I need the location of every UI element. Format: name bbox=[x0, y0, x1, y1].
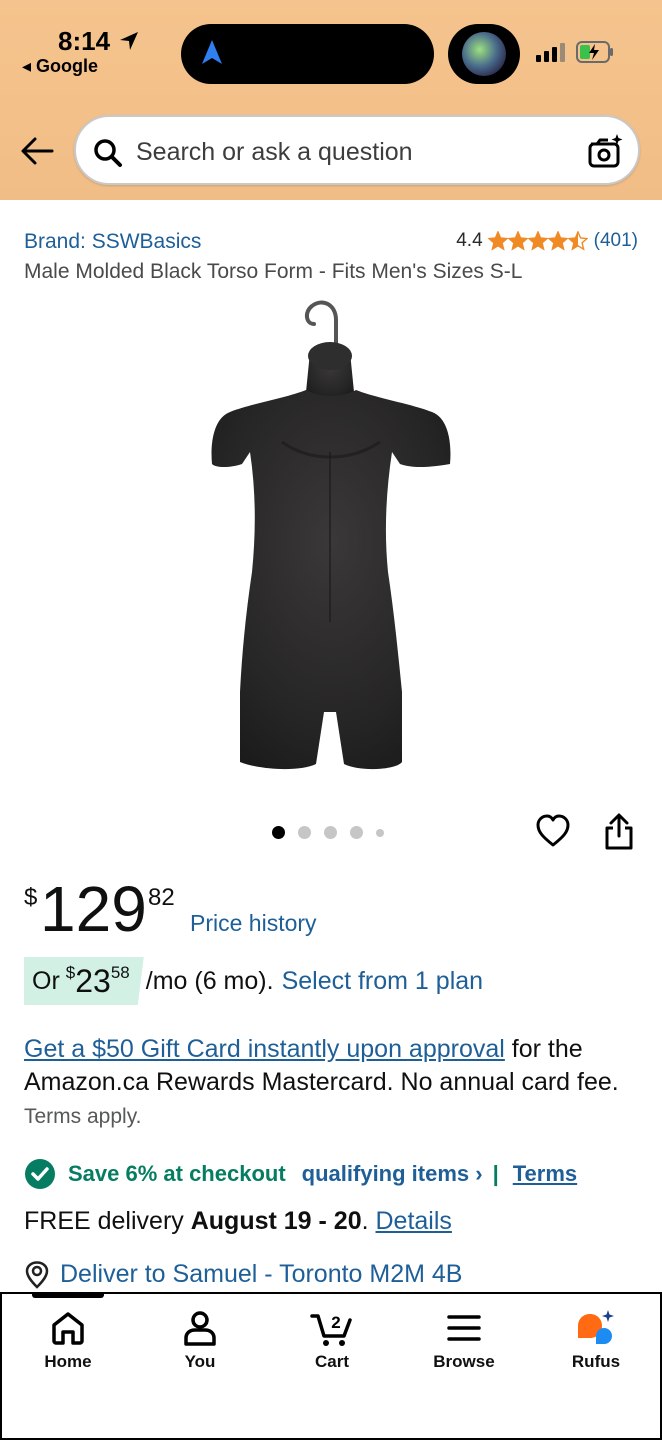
app-header: 8:14 ◂ Google Search or ask a question bbox=[0, 0, 662, 200]
home-icon bbox=[52, 1312, 84, 1345]
product-image[interactable] bbox=[190, 292, 470, 782]
back-to-app-link[interactable]: ◂ Google bbox=[22, 56, 98, 77]
installment-term: /mo (6 mo). bbox=[145, 966, 274, 995]
installment-price-badge: Or $ 23 58 bbox=[24, 957, 144, 1005]
nav-you[interactable]: You bbox=[150, 1308, 250, 1372]
carousel-dot[interactable] bbox=[350, 826, 363, 839]
installment-offer: Or $ 23 58 /mo (6 mo). Select from 1 pla… bbox=[24, 957, 483, 1005]
carousel-dot[interactable] bbox=[298, 826, 311, 839]
carousel-dot[interactable] bbox=[324, 826, 337, 839]
location-arrow-icon bbox=[120, 32, 138, 50]
rating-count[interactable]: (401) bbox=[594, 230, 638, 252]
deliver-to-location[interactable]: Deliver to Samuel - Toronto M2M 4B bbox=[24, 1260, 462, 1289]
heart-icon[interactable] bbox=[535, 813, 571, 849]
share-icon[interactable] bbox=[602, 812, 636, 852]
price-whole: 129 bbox=[40, 873, 147, 945]
now-playing-artwork bbox=[448, 24, 520, 84]
search-input[interactable]: Search or ask a question bbox=[136, 138, 413, 167]
brand-link[interactable]: Brand: SSWBasics bbox=[24, 230, 201, 254]
rufus-icon bbox=[578, 1310, 614, 1344]
camera-search-icon[interactable] bbox=[586, 132, 624, 170]
deliver-to-text[interactable]: Deliver to Samuel - Toronto M2M 4B bbox=[60, 1260, 462, 1289]
navigation-arrow-icon bbox=[202, 40, 222, 64]
star-icon bbox=[487, 231, 508, 251]
select-plan-link[interactable]: Select from 1 plan bbox=[282, 967, 484, 996]
delivery-info: FREE delivery August 19 - 20. Details bbox=[24, 1207, 452, 1236]
search-bar[interactable]: Search or ask a question bbox=[74, 115, 640, 185]
nav-you-label: You bbox=[184, 1352, 216, 1371]
gift-card-offer-link[interactable]: Get a $50 Gift Card instantly upon appro… bbox=[24, 1035, 505, 1063]
product-title: Male Molded Black Torso Form - Fits Men'… bbox=[24, 260, 523, 283]
check-circle-icon bbox=[25, 1159, 55, 1189]
carousel-dot[interactable] bbox=[376, 828, 384, 837]
cellular-signal-icon bbox=[536, 43, 565, 62]
installment-currency: $ bbox=[65, 963, 76, 982]
nav-browse[interactable]: Browse bbox=[414, 1308, 514, 1372]
rating-summary[interactable]: 4.4 (401) bbox=[456, 230, 638, 252]
status-time: 8:14 bbox=[58, 26, 111, 56]
active-tab-indicator bbox=[32, 1292, 104, 1298]
delivery-details-link[interactable]: Details bbox=[376, 1207, 452, 1235]
savings-separator: | bbox=[492, 1161, 499, 1186]
nav-cart-label: Cart bbox=[314, 1352, 349, 1371]
star-icon bbox=[567, 231, 588, 251]
location-pin-icon bbox=[25, 1260, 49, 1289]
nav-rufus-label: Rufus bbox=[571, 1352, 621, 1371]
delivery-prefix: FREE delivery bbox=[24, 1207, 191, 1235]
carousel-dot[interactable] bbox=[272, 826, 285, 839]
delivery-dates: August 19 - 20 bbox=[190, 1207, 362, 1235]
star-icon bbox=[547, 231, 568, 251]
person-icon bbox=[184, 1311, 216, 1346]
price-history-link[interactable]: Price history bbox=[190, 910, 317, 937]
nav-home-label: Home bbox=[44, 1352, 92, 1371]
credit-card-offer: Get a $50 Gift Card instantly upon appro… bbox=[24, 1033, 644, 1133]
star-icon bbox=[507, 231, 528, 251]
qualifying-items-link[interactable]: qualifying items › bbox=[302, 1161, 483, 1187]
nav-cart[interactable]: 2 Cart bbox=[282, 1308, 382, 1372]
delivery-suffix: . bbox=[361, 1207, 376, 1235]
savings-terms-link[interactable]: Terms bbox=[513, 1161, 577, 1187]
menu-icon bbox=[447, 1315, 481, 1341]
price-currency: $ bbox=[24, 884, 38, 911]
nav-rufus[interactable]: Rufus bbox=[546, 1308, 646, 1372]
installment-fraction: 58 bbox=[110, 963, 130, 982]
terms-apply-text: Terms apply. bbox=[24, 1105, 142, 1128]
price-fraction: 82 bbox=[148, 884, 175, 911]
star-rating bbox=[487, 231, 588, 251]
nav-browse-label: Browse bbox=[433, 1352, 495, 1371]
bottom-navigation: Home You 2 Cart Browse Rufus bbox=[0, 1292, 662, 1440]
back-arrow-icon[interactable] bbox=[20, 136, 54, 166]
installment-whole: 23 bbox=[75, 962, 111, 999]
rating-value: 4.4 bbox=[456, 230, 483, 251]
image-carousel-dots[interactable] bbox=[272, 826, 384, 839]
installment-prefix: Or bbox=[32, 966, 60, 995]
checkout-savings: Save 6% at checkout qualifying items › |… bbox=[24, 1158, 577, 1190]
battery-charging-icon bbox=[576, 41, 613, 63]
star-icon bbox=[527, 231, 548, 251]
cart-icon: 2 bbox=[310, 1313, 352, 1346]
cart-count: 2 bbox=[331, 1313, 340, 1332]
search-icon bbox=[94, 139, 122, 167]
nav-home[interactable]: Home bbox=[18, 1308, 118, 1372]
savings-text: Save 6% at checkout bbox=[68, 1161, 286, 1186]
